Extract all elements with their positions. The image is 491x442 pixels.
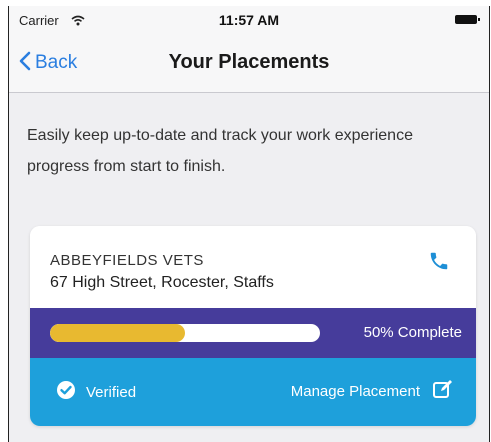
- placement-header: ABBEYFIELDS VETS 67 High Street, Roceste…: [30, 226, 476, 308]
- check-circle-icon: [56, 380, 76, 405]
- edit-icon: [432, 378, 454, 405]
- placement-address: 67 High Street, Rocester, Staffs: [50, 274, 274, 291]
- manage-placement-button[interactable]: Manage Placement: [291, 378, 454, 405]
- placement-name: ABBEYFIELDS VETS: [50, 252, 204, 269]
- battery-icon: [455, 15, 480, 24]
- status-bar: Carrier 11:57 AM: [9, 6, 489, 34]
- progress-bar: [50, 324, 320, 342]
- page-title: Your Placements: [168, 51, 330, 73]
- progress-section: 50% Complete: [30, 308, 476, 358]
- placement-card[interactable]: ABBEYFIELDS VETS 67 High Street, Roceste…: [30, 226, 476, 426]
- progress-label: 50% Complete: [363, 324, 462, 341]
- intro-text: Easily keep up-to-date and track your wo…: [27, 127, 413, 175]
- status-time: 11:57 AM: [218, 12, 280, 28]
- manage-placement-label: Manage Placement: [290, 383, 420, 400]
- placement-actions: Verified Manage Placement: [30, 358, 476, 426]
- app-screen: Carrier 11:57 AM Back Your Placements Ea…: [8, 6, 490, 442]
- navigation-bar: Back Your Placements: [9, 34, 489, 93]
- verified-status: Verified: [56, 380, 136, 405]
- status-label: Verified: [86, 384, 137, 401]
- phone-icon[interactable]: [428, 250, 450, 272]
- progress-bar-fill: [50, 324, 185, 342]
